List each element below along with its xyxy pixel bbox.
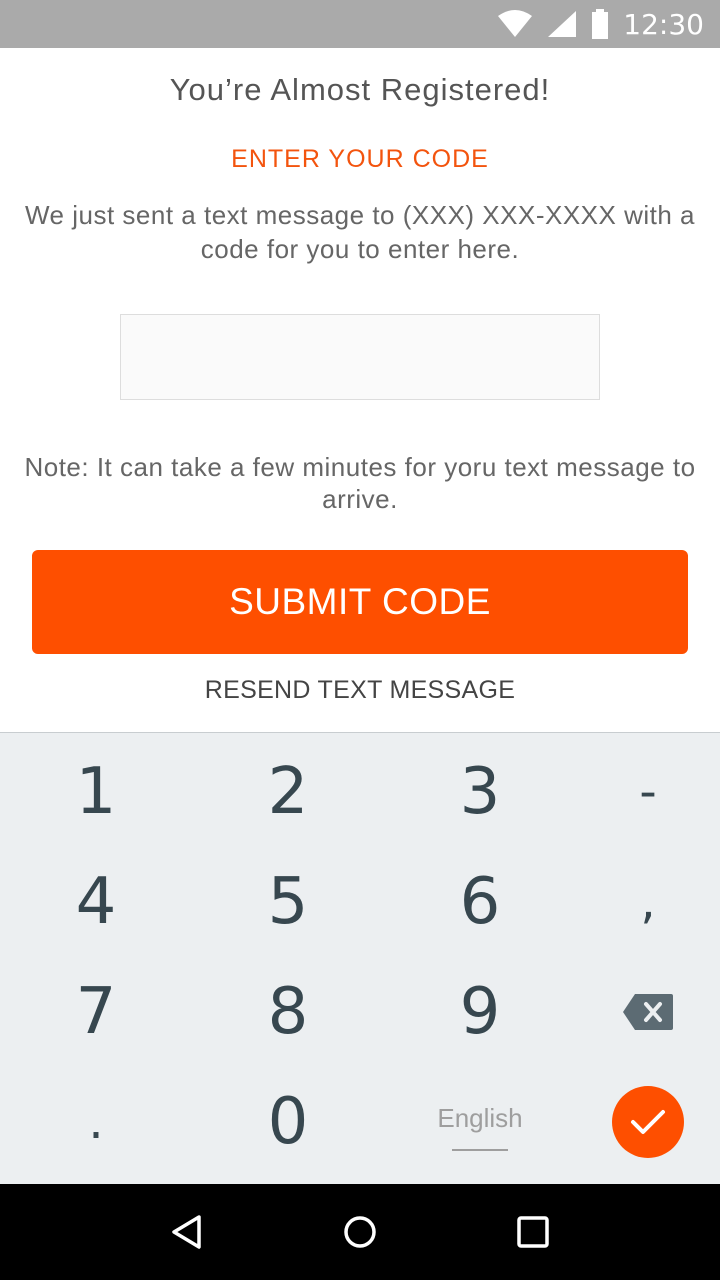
language-label: English bbox=[437, 1102, 523, 1133]
resend-text-message-link[interactable]: RESEND TEXT MESSAGE bbox=[0, 676, 720, 705]
submit-code-button[interactable]: SUBMIT CODE bbox=[32, 550, 688, 654]
key-period[interactable]: . bbox=[6, 1067, 186, 1177]
done-key[interactable] bbox=[558, 1067, 720, 1177]
home-button[interactable] bbox=[320, 1192, 400, 1272]
page-title: You’re Almost Registered! bbox=[169, 72, 551, 107]
section-subtitle: ENTER YOUR CODE bbox=[231, 145, 489, 173]
recents-button[interactable] bbox=[493, 1192, 573, 1272]
note-text: Note: It can take a few minutes for yoru… bbox=[24, 452, 696, 514]
registration-form: You’re Almost Registered! ENTER YOUR COD… bbox=[0, 48, 720, 732]
cell-signal-icon bbox=[548, 11, 577, 37]
key-2[interactable]: 2 bbox=[198, 737, 378, 847]
checkmark-icon bbox=[631, 1110, 665, 1134]
key-0[interactable]: 0 bbox=[198, 1067, 378, 1177]
key-7[interactable]: 7 bbox=[6, 957, 186, 1067]
backspace-key[interactable] bbox=[558, 957, 720, 1067]
recents-icon bbox=[517, 1216, 550, 1248]
key-6[interactable]: 6 bbox=[390, 847, 570, 957]
back-icon bbox=[171, 1215, 201, 1249]
key-dash[interactable]: - bbox=[558, 737, 720, 847]
key-4[interactable]: 4 bbox=[6, 847, 186, 957]
battery-icon bbox=[592, 9, 609, 39]
key-9[interactable]: 9 bbox=[390, 957, 570, 1067]
key-8[interactable]: 8 bbox=[198, 957, 378, 1067]
key-5[interactable]: 5 bbox=[198, 847, 378, 957]
done-button-circle bbox=[612, 1086, 684, 1158]
wifi-icon bbox=[498, 10, 533, 37]
instruction-text: We just sent a text message to (XXX) XXX… bbox=[24, 200, 695, 264]
numeric-keyboard: 1 2 3 - 4 5 6 , 7 8 9 . 0 English bbox=[0, 732, 720, 1184]
key-comma[interactable]: , bbox=[558, 847, 720, 957]
back-button[interactable] bbox=[147, 1192, 227, 1272]
status-time: 12:30 bbox=[623, 7, 704, 41]
code-input[interactable] bbox=[120, 314, 600, 400]
status-bar: 12:30 bbox=[0, 0, 720, 48]
language-underline bbox=[452, 1149, 508, 1151]
system-nav-bar bbox=[0, 1184, 720, 1280]
language-switch-key[interactable]: English bbox=[390, 1067, 570, 1177]
key-3[interactable]: 3 bbox=[390, 737, 570, 847]
backspace-icon bbox=[623, 994, 673, 1030]
home-icon bbox=[344, 1216, 376, 1248]
key-1[interactable]: 1 bbox=[6, 737, 186, 847]
